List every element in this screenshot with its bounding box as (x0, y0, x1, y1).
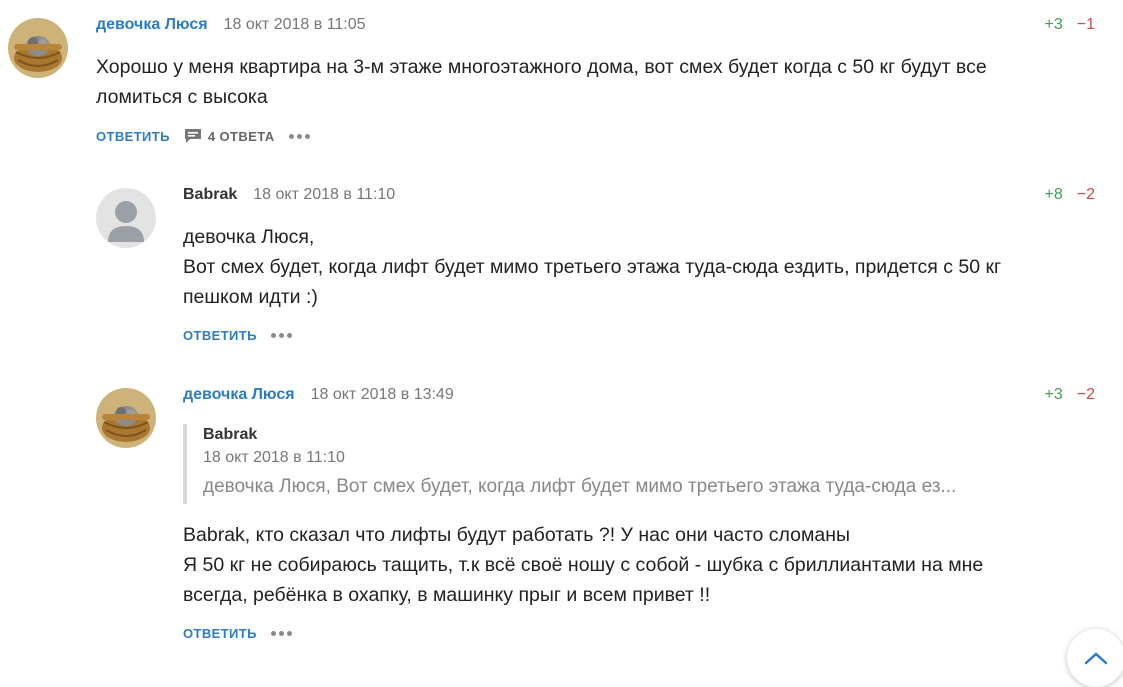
quote-date: 18 окт 2018 в 11:10 (203, 449, 345, 466)
author-name[interactable]: Babrak (183, 186, 237, 203)
comment-line: Вот смех будет, когда лифт будет мимо тр… (183, 256, 1002, 278)
avatar[interactable] (8, 18, 68, 78)
reply-button[interactable]: ОТВЕТИТЬ (183, 328, 257, 343)
comment-date[interactable]: 18 окт 2018 в 13:49 (311, 386, 454, 403)
chevron-up-icon (1084, 652, 1108, 665)
downvote-button[interactable]: −2 (1077, 186, 1095, 203)
avatar[interactable] (96, 188, 156, 248)
comment-line: Я 50 кг не собираюсь тащить, т.к всё сво… (183, 554, 984, 576)
replies-count: 4 ОТВЕТА (207, 128, 275, 144)
avatar[interactable] (96, 388, 156, 448)
quote-author: Babrak (203, 426, 258, 443)
comment-line: Babrak, кто сказал что лифты будут работ… (183, 524, 851, 546)
quoted-comment[interactable]: Babrak 18 окт 2018 в 11:10 девочка Люся,… (183, 424, 956, 504)
author-name[interactable]: девочка Люся (96, 16, 208, 33)
votes: +3 −1 (1045, 16, 1096, 34)
upvote-button[interactable]: +3 (1045, 386, 1063, 403)
comment-actions: ОТВЕТИТЬ (183, 626, 295, 641)
reply-button[interactable]: ОТВЕТИТЬ (96, 129, 170, 144)
comment-actions: ОТВЕТИТЬ 4 ОТВЕТА (96, 128, 313, 144)
more-dots-icon[interactable] (270, 631, 295, 636)
quote-text: девочка Люся, Вот смех будет, когда лифт… (203, 476, 957, 497)
comment-text: Babrak, кто сказал что лифты будут работ… (183, 520, 983, 610)
replies-toggle[interactable]: 4 ОТВЕТА (184, 128, 275, 144)
upvote-button[interactable]: +8 (1045, 186, 1063, 203)
more-dots-icon[interactable] (270, 333, 295, 338)
downvote-button[interactable]: −2 (1077, 386, 1095, 403)
comment-line: девочка Люся, (183, 226, 315, 248)
comment-meta: девочка Люся 18 окт 2018 в 13:49 (183, 386, 454, 404)
comment-meta: Babrak 18 окт 2018 в 11:10 (183, 186, 395, 204)
comment-date[interactable]: 18 окт 2018 в 11:05 (224, 16, 366, 33)
comment-line: Хорошо у меня квартира на 3-м этаже мног… (96, 56, 987, 78)
comment-meta: девочка Люся 18 окт 2018 в 11:05 (96, 16, 366, 34)
downvote-button[interactable]: −1 (1077, 16, 1095, 33)
upvote-button[interactable]: +3 (1045, 16, 1063, 33)
scroll-to-top-button[interactable] (1067, 629, 1123, 687)
comment-actions: ОТВЕТИТЬ (183, 328, 295, 343)
comment-icon (184, 129, 201, 143)
author-name[interactable]: девочка Люся (183, 386, 295, 403)
more-dots-icon[interactable] (288, 133, 313, 139)
comment-line: пешком идти :) (183, 286, 318, 308)
votes: +3 −2 (1045, 386, 1096, 404)
votes: +8 −2 (1045, 186, 1096, 204)
comment-text: девочка Люся, Вот смех будет, когда лифт… (183, 222, 1001, 312)
reply-button[interactable]: ОТВЕТИТЬ (183, 626, 257, 641)
comment-text: Хорошо у меня квартира на 3-м этаже мног… (96, 52, 987, 112)
comment-date[interactable]: 18 окт 2018 в 11:10 (253, 186, 395, 203)
comment-line: ломиться с высока (96, 86, 268, 108)
comment-line: всегда, ребёнка в охапку, в машинку прыг… (183, 584, 711, 606)
